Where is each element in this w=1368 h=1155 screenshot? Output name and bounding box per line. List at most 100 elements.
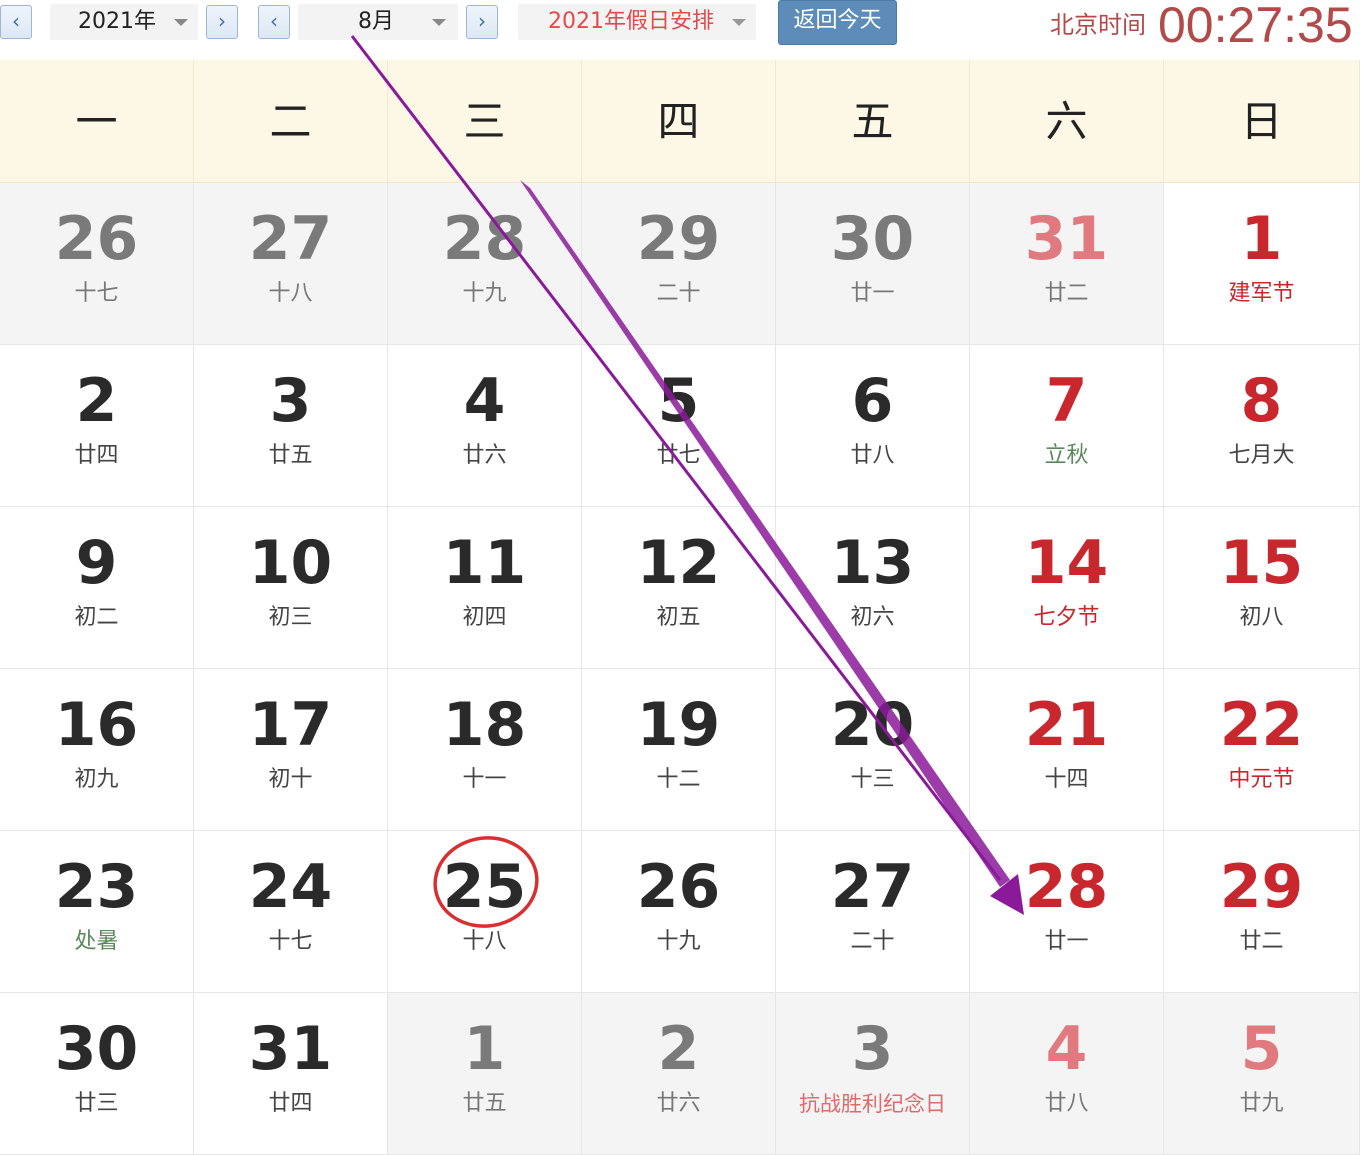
day-cell[interactable]: 19 十二 [582,669,776,831]
chevron-down-icon [432,19,446,26]
day-cell[interactable]: 5 廿七 [582,345,776,507]
day-cell[interactable]: 21 十四 [970,669,1164,831]
day-number: 31 [248,1014,333,1084]
weekday-header: 三 [388,60,582,183]
day-cell[interactable]: 14 七夕节 [970,507,1164,669]
day-cell[interactable]: 3 抗战胜利纪念日 [776,993,970,1155]
lunar-date: 初八 [1239,605,1284,630]
day-cell[interactable]: 1 廿五 [388,993,582,1155]
day-cell[interactable]: 2 廿六 [582,993,776,1155]
weekday-header: 六 [970,60,1164,183]
lunar-date: 廿二 [1044,281,1089,306]
day-cell[interactable]: 31 廿二 [970,183,1164,345]
day-cell[interactable]: 27 二十 [776,831,970,993]
lunar-date: 初六 [850,605,895,630]
day-number: 22 [1219,690,1304,760]
day-cell[interactable]: 18 十一 [388,669,582,831]
month-select-value: 8月 [358,9,394,34]
holiday-select-value: 2021年假日安排 [548,9,714,34]
lunar-date: 七月大 [1228,443,1295,468]
day-cell[interactable]: 26 十九 [582,831,776,993]
day-cell[interactable]: 23 处暑 [0,831,194,993]
day-cell[interactable]: 10 初三 [194,507,388,669]
day-cell[interactable]: 15 初八 [1164,507,1360,669]
day-number: 4 [463,366,506,436]
day-number: 18 [442,690,527,760]
day-cell[interactable]: 12 初五 [582,507,776,669]
day-number: 30 [54,1014,139,1084]
day-cell[interactable]: 3 廿五 [194,345,388,507]
day-number: 23 [54,852,139,922]
day-number: 28 [442,204,527,274]
year-select[interactable]: 2021年 [50,4,198,40]
next-month-button[interactable]: › [466,5,498,39]
day-cell[interactable]: 20 十三 [776,669,970,831]
lunar-date: 廿九 [1239,1091,1284,1116]
day-cell[interactable]: 25 十八 [388,831,582,993]
day-cell[interactable]: 27 十八 [194,183,388,345]
lunar-date: 初三 [268,605,313,630]
prev-year-button[interactable]: ‹ [0,5,32,39]
weekday-header: 四 [582,60,776,183]
day-number: 4 [1045,1014,1088,1084]
day-cell[interactable]: 9 初二 [0,507,194,669]
day-cell[interactable]: 22 中元节 [1164,669,1360,831]
day-number: 25 [442,852,527,922]
day-number: 10 [248,528,333,598]
lunar-date: 初九 [74,767,119,792]
day-cell[interactable]: 8 七月大 [1164,345,1360,507]
lunar-date: 十七 [268,929,313,954]
day-cell[interactable]: 30 廿一 [776,183,970,345]
lunar-date: 廿二 [1239,929,1284,954]
day-cell[interactable]: 17 初十 [194,669,388,831]
day-cell[interactable]: 29 二十 [582,183,776,345]
lunar-date: 初五 [656,605,701,630]
day-cell[interactable]: 31 廿四 [194,993,388,1155]
calendar-toolbar: ‹ 2021年 › ‹ 8月 › 2021年假日安排 返回今天 北京时间 00:… [0,0,1368,60]
day-cell[interactable]: 1 建军节 [1164,183,1360,345]
day-number: 1 [463,1014,506,1084]
day-number: 31 [1024,204,1109,274]
day-cell[interactable]: 4 廿八 [970,993,1164,1155]
festival-label: 七夕节 [1033,605,1100,630]
day-number: 7 [1045,366,1088,436]
clock-time: 00:27:35 [1158,0,1353,53]
day-cell[interactable]: 24 十七 [194,831,388,993]
holiday-schedule-select[interactable]: 2021年假日安排 [518,4,756,40]
day-cell[interactable]: 26 十七 [0,183,194,345]
day-cell[interactable]: 7 立秋 [970,345,1164,507]
day-cell[interactable]: 11 初四 [388,507,582,669]
month-calendar-grid: 一二三四五六日 26 十七 27 十八 28 十九 29 二十 30 廿一 31 廿二 1 建军节 2 廿四 3 廿… [0,60,1360,1155]
day-cell[interactable]: 29 廿二 [1164,831,1360,993]
day-number: 21 [1024,690,1109,760]
festival-label: 抗战胜利纪念日 [799,1092,946,1116]
lunar-date: 二十 [850,929,895,954]
day-number: 26 [54,204,139,274]
day-number: 1 [1240,204,1283,274]
chevron-down-icon [174,19,188,26]
weekday-header: 五 [776,60,970,183]
month-select[interactable]: 8月 [298,4,458,40]
lunar-date: 廿七 [656,443,701,468]
day-cell[interactable]: 28 廿一 [970,831,1164,993]
day-cell[interactable]: 2 廿四 [0,345,194,507]
day-number: 5 [657,366,700,436]
solar-term-label: 立秋 [1044,443,1089,468]
day-cell[interactable]: 4 廿六 [388,345,582,507]
next-year-button[interactable]: › [206,5,238,39]
day-cell[interactable]: 30 廿三 [0,993,194,1155]
day-cell[interactable]: 13 初六 [776,507,970,669]
prev-month-button[interactable]: ‹ [258,5,290,39]
lunar-date: 廿六 [462,443,507,468]
lunar-date: 十四 [1044,767,1089,792]
day-number: 19 [636,690,721,760]
day-cell[interactable]: 16 初九 [0,669,194,831]
day-cell[interactable]: 28 十九 [388,183,582,345]
day-cell[interactable]: 5 廿九 [1164,993,1360,1155]
lunar-date: 十二 [656,767,701,792]
back-to-today-button[interactable]: 返回今天 [778,0,897,45]
lunar-date: 廿八 [1044,1091,1089,1116]
day-number: 3 [851,1014,894,1084]
day-number: 3 [269,366,312,436]
day-cell[interactable]: 6 廿八 [776,345,970,507]
